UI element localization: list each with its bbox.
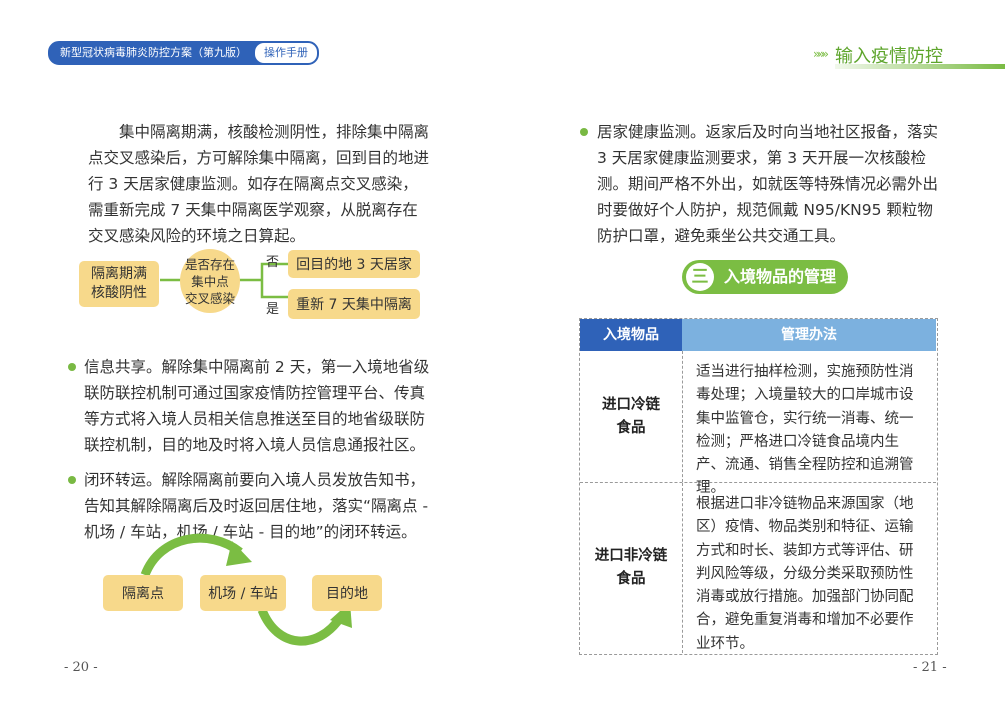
goods-management-table: 入境物品 管理办法 进口冷链 食品 适当进行抽样检测，实施预防性消毒处理；入境量…: [579, 318, 938, 655]
table-cell-item: 进口冷链 食品: [580, 351, 682, 482]
table-header-item: 入境物品: [580, 319, 682, 351]
home-monitoring-paragraph: 居家健康监测。返家后及时向当地社区报备，落实 3 天居家健康监测要求，第 3 天…: [597, 123, 939, 245]
flow-step-destination: 目的地: [312, 575, 382, 611]
section-heading: 三 入境物品的管理: [682, 260, 848, 294]
table-cell-item: 进口非冷链 食品: [580, 483, 682, 653]
section-title: 入境物品的管理: [724, 267, 837, 286]
table-cell-method: 适当进行抽样检测，实施预防性消毒处理；入境量较大的口岸城市设集中监管仓，实行统一…: [682, 351, 936, 496]
section-number: 三: [686, 263, 714, 291]
page-number-left: - 20 -: [64, 660, 98, 675]
item-label: 进口冷链 食品: [602, 396, 660, 436]
flow-step-quarantine: 隔离点: [103, 575, 183, 611]
table-header-method: 管理办法: [682, 319, 936, 351]
item-label: 进口非冷链 食品: [594, 548, 668, 587]
table-cell-method: 根据进口非冷链物品来源国家（地区）疫情、物品类别和特征、运输方式和时长、装卸方式…: [682, 483, 936, 653]
flow-step-station: 机场 / 车站: [200, 575, 286, 611]
page-number-right: - 21 -: [913, 660, 947, 675]
bullet-dot: [580, 128, 588, 136]
